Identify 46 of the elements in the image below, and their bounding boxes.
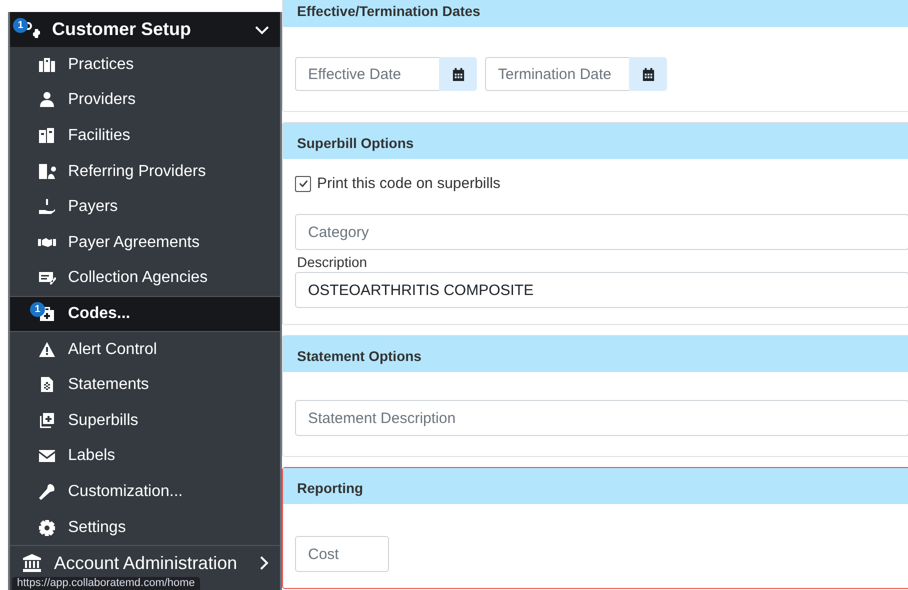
sidebar-item[interactable]: Referring Providers [10,154,280,190]
sidebar-item[interactable]: Collection Agencies [10,260,280,296]
card-title: Superbill Options [297,135,414,151]
sidebar-item[interactable]: Payers [10,189,280,225]
card-title: Effective/Termination Dates [297,3,480,19]
calendar-button[interactable] [629,57,667,91]
sidebar-item[interactable]: Practices [10,47,280,83]
gear-icon [38,518,56,537]
card-title: Reporting [297,480,364,496]
section-title: Customer Setup [52,19,192,40]
buildings-icon [38,56,56,74]
sidebar-item[interactable]: Superbills [10,402,280,439]
calendar-button[interactable] [439,57,477,91]
checkbox[interactable] [295,176,311,192]
date-field[interactable]: Termination Date [485,57,629,91]
sidebar-item[interactable]: Alert Control [10,332,280,368]
date-field[interactable]: Effective Date [295,57,439,91]
card-title: Statement Options [297,348,422,364]
text-field[interactable]: Statement Description [295,400,908,436]
calendar-icon [642,66,654,82]
sidebar-item[interactable]: Customization... [10,474,280,510]
person-icon [38,91,56,110]
sidebar-item[interactable]: Facilities [10,118,280,154]
sidebar-item[interactable]: Providers [10,82,280,118]
checkmark-icon [298,178,308,189]
bank-icon [22,553,42,574]
calendar-icon [452,66,464,82]
card-pen-icon [38,269,56,288]
sidebar-item[interactable]: Payer Agreements [10,224,280,261]
notification-badge: 1 [30,302,45,318]
layers-plus-icon [38,412,56,430]
building-person-icon [38,162,56,181]
sidebar-item[interactable]: Statements [10,367,280,403]
building-icon [38,126,56,145]
field-label: Description [297,254,368,270]
sidebar-item[interactable]: 1 Codes... [10,296,280,332]
checkbox-label: Print this code on superbills [317,175,500,192]
warning-icon [38,340,56,359]
sidebar-header[interactable]: 1 Customer Setup [10,12,280,47]
text-field[interactable]: OSTEOARTHRITIS COMPOSITE [295,272,908,308]
notification-badge: 1 [13,18,28,33]
text-field[interactable]: Category [295,214,908,250]
link-preview-tooltip: https://app.collaboratemd.com/home [12,577,200,590]
text-field[interactable]: Cost [295,536,389,572]
sidebar-item[interactable]: Settings [10,510,280,546]
sidebar-item[interactable]: Labels [10,438,280,474]
